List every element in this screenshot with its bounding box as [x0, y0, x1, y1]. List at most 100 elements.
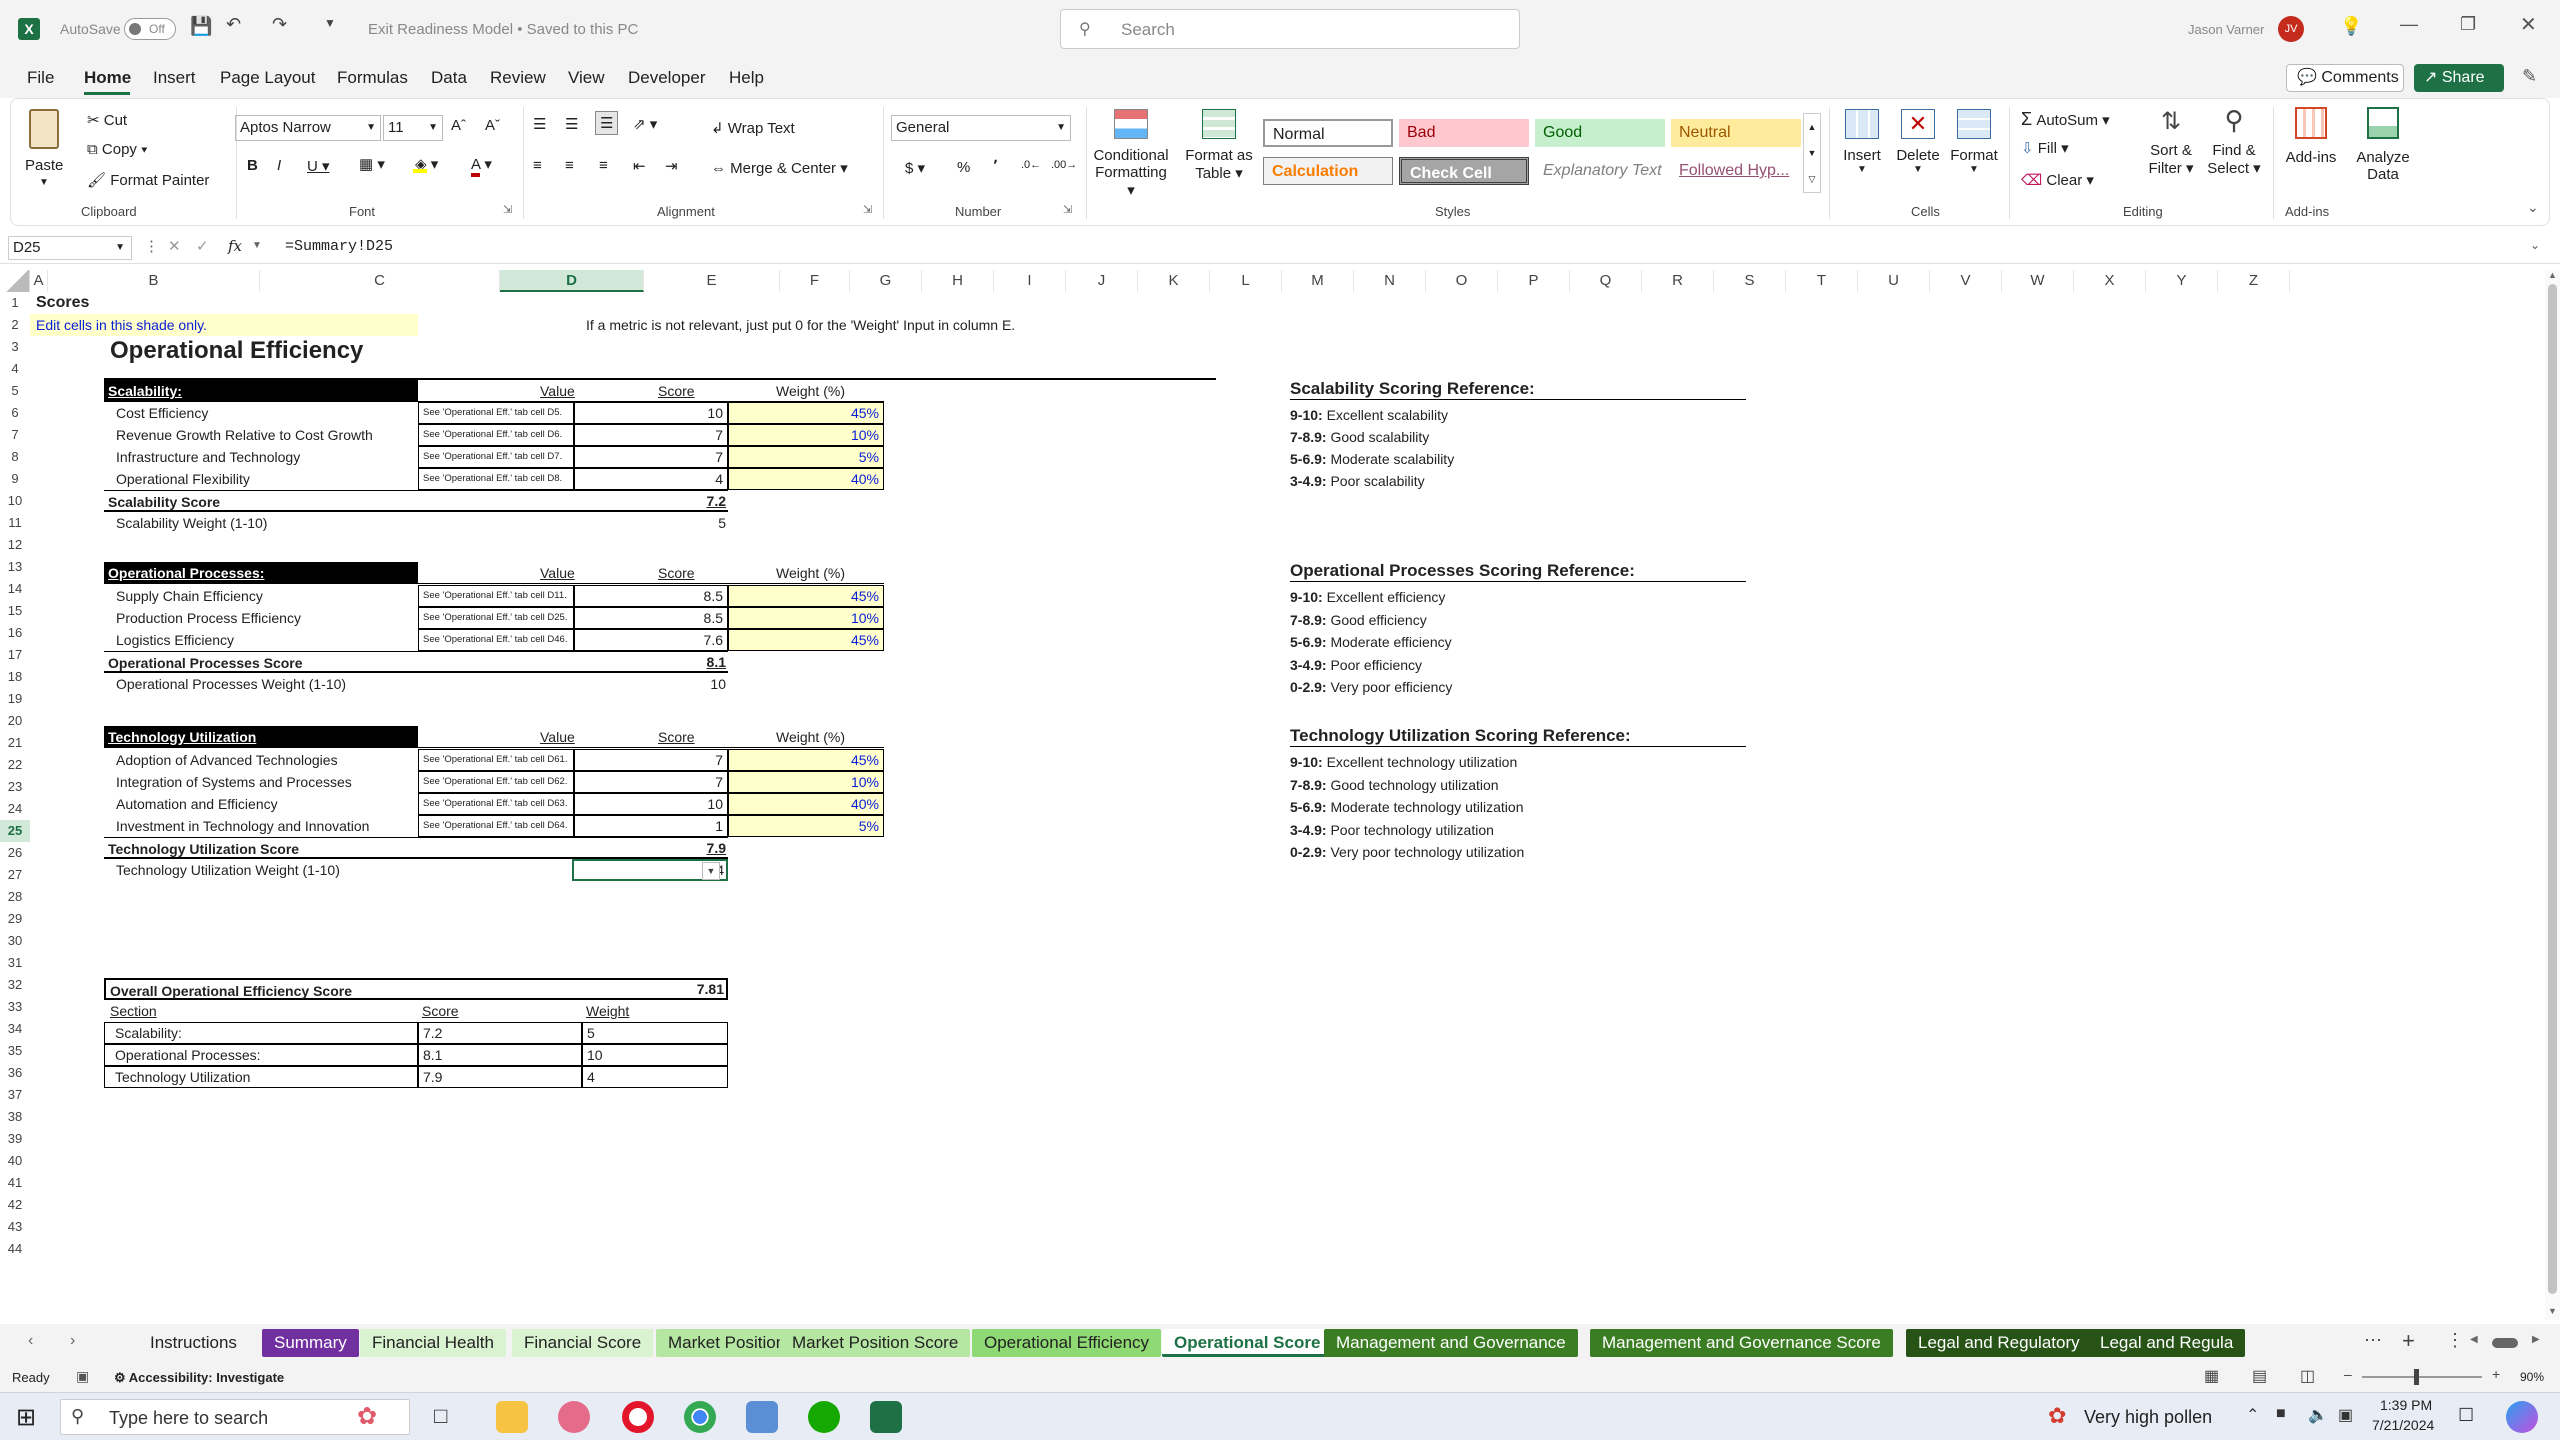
style-calculation[interactable]: Calculation: [1263, 157, 1393, 185]
tab-scroll-left-icon[interactable]: ‹: [28, 1332, 33, 1350]
tab-management-and-governance[interactable]: Management and Governance: [1324, 1329, 1578, 1357]
technology-weight-label[interactable]: Technology Utilization Weight (1-10): [116, 859, 340, 881]
zoom-in-icon[interactable]: +: [2492, 1366, 2500, 1382]
menu-help[interactable]: Help: [729, 68, 764, 88]
edit-note-cell[interactable]: Edit cells in this shade only.: [30, 314, 418, 336]
processes-metric-weight[interactable]: 45%: [728, 585, 884, 607]
column-header-w[interactable]: W: [2002, 270, 2074, 292]
tab-summary[interactable]: Summary: [262, 1329, 359, 1357]
ref_scal-item[interactable]: 9-10: Excellent scalability: [1290, 404, 1448, 426]
horizontal-scrollbar[interactable]: ◀ ▶: [2470, 1334, 2550, 1350]
menu-formulas[interactable]: Formulas: [337, 68, 408, 88]
windows-start-icon[interactable]: ⊞: [16, 1403, 36, 1432]
number-format-select[interactable]: General ▼: [891, 115, 1071, 141]
name-box[interactable]: D25 ▼: [8, 236, 132, 260]
decrease-font-icon[interactable]: Aˇ: [485, 117, 500, 134]
overall-row-weight[interactable]: 10: [582, 1044, 728, 1066]
scalability-weight[interactable]: 5: [640, 512, 726, 534]
column-header-f[interactable]: F: [780, 270, 850, 292]
row-header-16[interactable]: 16: [0, 622, 30, 644]
tab-operational-efficiency[interactable]: Operational Efficiency: [972, 1329, 1162, 1357]
more-tabs-icon[interactable]: ⋯: [2364, 1330, 2382, 1351]
column-header-h[interactable]: H: [922, 270, 994, 292]
col-weight-1[interactable]: Weight (%): [776, 380, 845, 402]
analyze-data-button[interactable]: Analyze Data: [2351, 105, 2415, 195]
format-cells-button[interactable]: Format ▼: [1947, 105, 2001, 195]
scalability-header[interactable]: Scalability:: [104, 380, 418, 402]
enter-formula-icon[interactable]: ✓: [196, 237, 209, 255]
processes-metric-score[interactable]: 7.6: [574, 629, 728, 651]
sheet-title[interactable]: Scores: [36, 292, 89, 314]
style-bad[interactable]: Bad: [1399, 119, 1529, 147]
tablet-app-icon[interactable]: [746, 1401, 778, 1433]
increase-indent-icon[interactable]: ⇥: [665, 157, 678, 175]
row-header-36[interactable]: 36: [0, 1062, 30, 1084]
technology-metric-name[interactable]: Integration of Systems and Processes: [116, 771, 352, 793]
scalability-metric-name[interactable]: Operational Flexibility: [116, 468, 250, 490]
row-header-35[interactable]: 35: [0, 1040, 30, 1062]
overall-score-label[interactable]: Overall Operational Efficiency Score: [104, 978, 728, 1000]
col-weight-2[interactable]: Weight (%): [776, 562, 845, 584]
tab-options-icon[interactable]: ⋮: [2446, 1330, 2464, 1351]
row-header-34[interactable]: 34: [0, 1018, 30, 1040]
overall-h-section[interactable]: Section: [110, 1000, 157, 1022]
processes-metric-name[interactable]: Supply Chain Efficiency: [116, 585, 263, 607]
column-header-r[interactable]: R: [1642, 270, 1714, 292]
section-heading[interactable]: Operational Efficiency: [110, 336, 363, 366]
column-header-u[interactable]: U: [1858, 270, 1930, 292]
scalability-metric-ref[interactable]: See 'Operational Eff.' tab cell D5.: [418, 402, 574, 424]
row-header-19[interactable]: 19: [0, 688, 30, 710]
new-sheet-icon[interactable]: +: [2402, 1328, 2415, 1354]
column-header-s[interactable]: S: [1714, 270, 1786, 292]
undo-icon[interactable]: ↶: [226, 14, 241, 35]
ref_tech-item[interactable]: 5-6.9: Moderate technology utilization: [1290, 796, 1523, 818]
technology-metric-score[interactable]: 7: [574, 771, 728, 793]
processes-metric-score[interactable]: 8.5: [574, 607, 728, 629]
technology-metric-ref[interactable]: See 'Operational Eff.' tab cell D62.: [418, 771, 574, 793]
processes-weight[interactable]: 10: [640, 673, 726, 695]
copy-button[interactable]: ⧉ Copy ▾: [87, 141, 147, 158]
taskbar-search-box[interactable]: ⚲ Type here to search ✿: [60, 1399, 410, 1435]
scalability-metric-ref[interactable]: See 'Operational Eff.' tab cell D7.: [418, 446, 574, 468]
style-normal[interactable]: Normal: [1263, 119, 1393, 147]
menu-review[interactable]: Review: [490, 68, 546, 88]
processes-metric-ref[interactable]: See 'Operational Eff.' tab cell D11.: [418, 585, 574, 607]
processes-metric-name[interactable]: Production Process Efficiency: [116, 607, 301, 629]
excel-taskbar-icon[interactable]: [870, 1401, 902, 1433]
row-header-23[interactable]: 23: [0, 776, 30, 798]
cell-dropdown-arrow-icon[interactable]: ▼: [702, 862, 720, 880]
row-header-8[interactable]: 8: [0, 446, 30, 468]
format-painter-button[interactable]: 🖌 Format Painter: [87, 171, 209, 189]
zoom-slider-thumb[interactable]: [2414, 1369, 2419, 1385]
copilot-icon[interactable]: [2506, 1401, 2538, 1433]
ref_scal-item[interactable]: 7-8.9: Good scalability: [1290, 426, 1429, 448]
tab-scroll-right-icon[interactable]: ›: [70, 1332, 75, 1350]
col-score-3[interactable]: Score: [658, 726, 695, 748]
align-center-icon[interactable]: ≡: [565, 157, 574, 174]
scalability-score-label[interactable]: Scalability Score: [104, 490, 728, 512]
ref_tech-item[interactable]: 9-10: Excellent technology utilization: [1290, 751, 1517, 773]
tab-management-and-governance-score[interactable]: Management and Governance Score: [1590, 1329, 1893, 1357]
column-header-e[interactable]: E: [644, 270, 780, 292]
menu-view[interactable]: View: [568, 68, 605, 88]
vertical-scrollbar[interactable]: ▲ ▼: [2545, 270, 2560, 1320]
row-header-7[interactable]: 7: [0, 424, 30, 446]
row-header-28[interactable]: 28: [0, 886, 30, 908]
column-header-i[interactable]: I: [994, 270, 1066, 292]
row-header-33[interactable]: 33: [0, 996, 30, 1018]
row-header-5[interactable]: 5: [0, 380, 30, 402]
paste-button[interactable]: Paste ▼: [21, 105, 71, 197]
technology-metric-name[interactable]: Adoption of Advanced Technologies: [116, 749, 338, 771]
row-header-31[interactable]: 31: [0, 952, 30, 974]
style-explanatory-text[interactable]: Explanatory Text: [1535, 157, 1665, 185]
scalability-weight-label[interactable]: Scalability Weight (1-10): [116, 512, 267, 534]
scalability-metric-weight[interactable]: 10%: [728, 424, 884, 446]
row-header-2[interactable]: 2: [0, 314, 30, 336]
lightbulb-icon[interactable]: 💡: [2340, 16, 2362, 37]
delete-cells-button[interactable]: ✕ Delete ▼: [1891, 105, 1945, 195]
tray-meet-icon[interactable]: ■: [2276, 1405, 2286, 1423]
italic-button[interactable]: I: [277, 157, 281, 174]
merge-center-button[interactable]: ⇔ Merge & Center ▾: [711, 159, 848, 177]
scalability-metric-ref[interactable]: See 'Operational Eff.' tab cell D6.: [418, 424, 574, 446]
worksheet-grid[interactable]: Scores Edit cells in this shade only. If…: [30, 292, 2545, 1316]
